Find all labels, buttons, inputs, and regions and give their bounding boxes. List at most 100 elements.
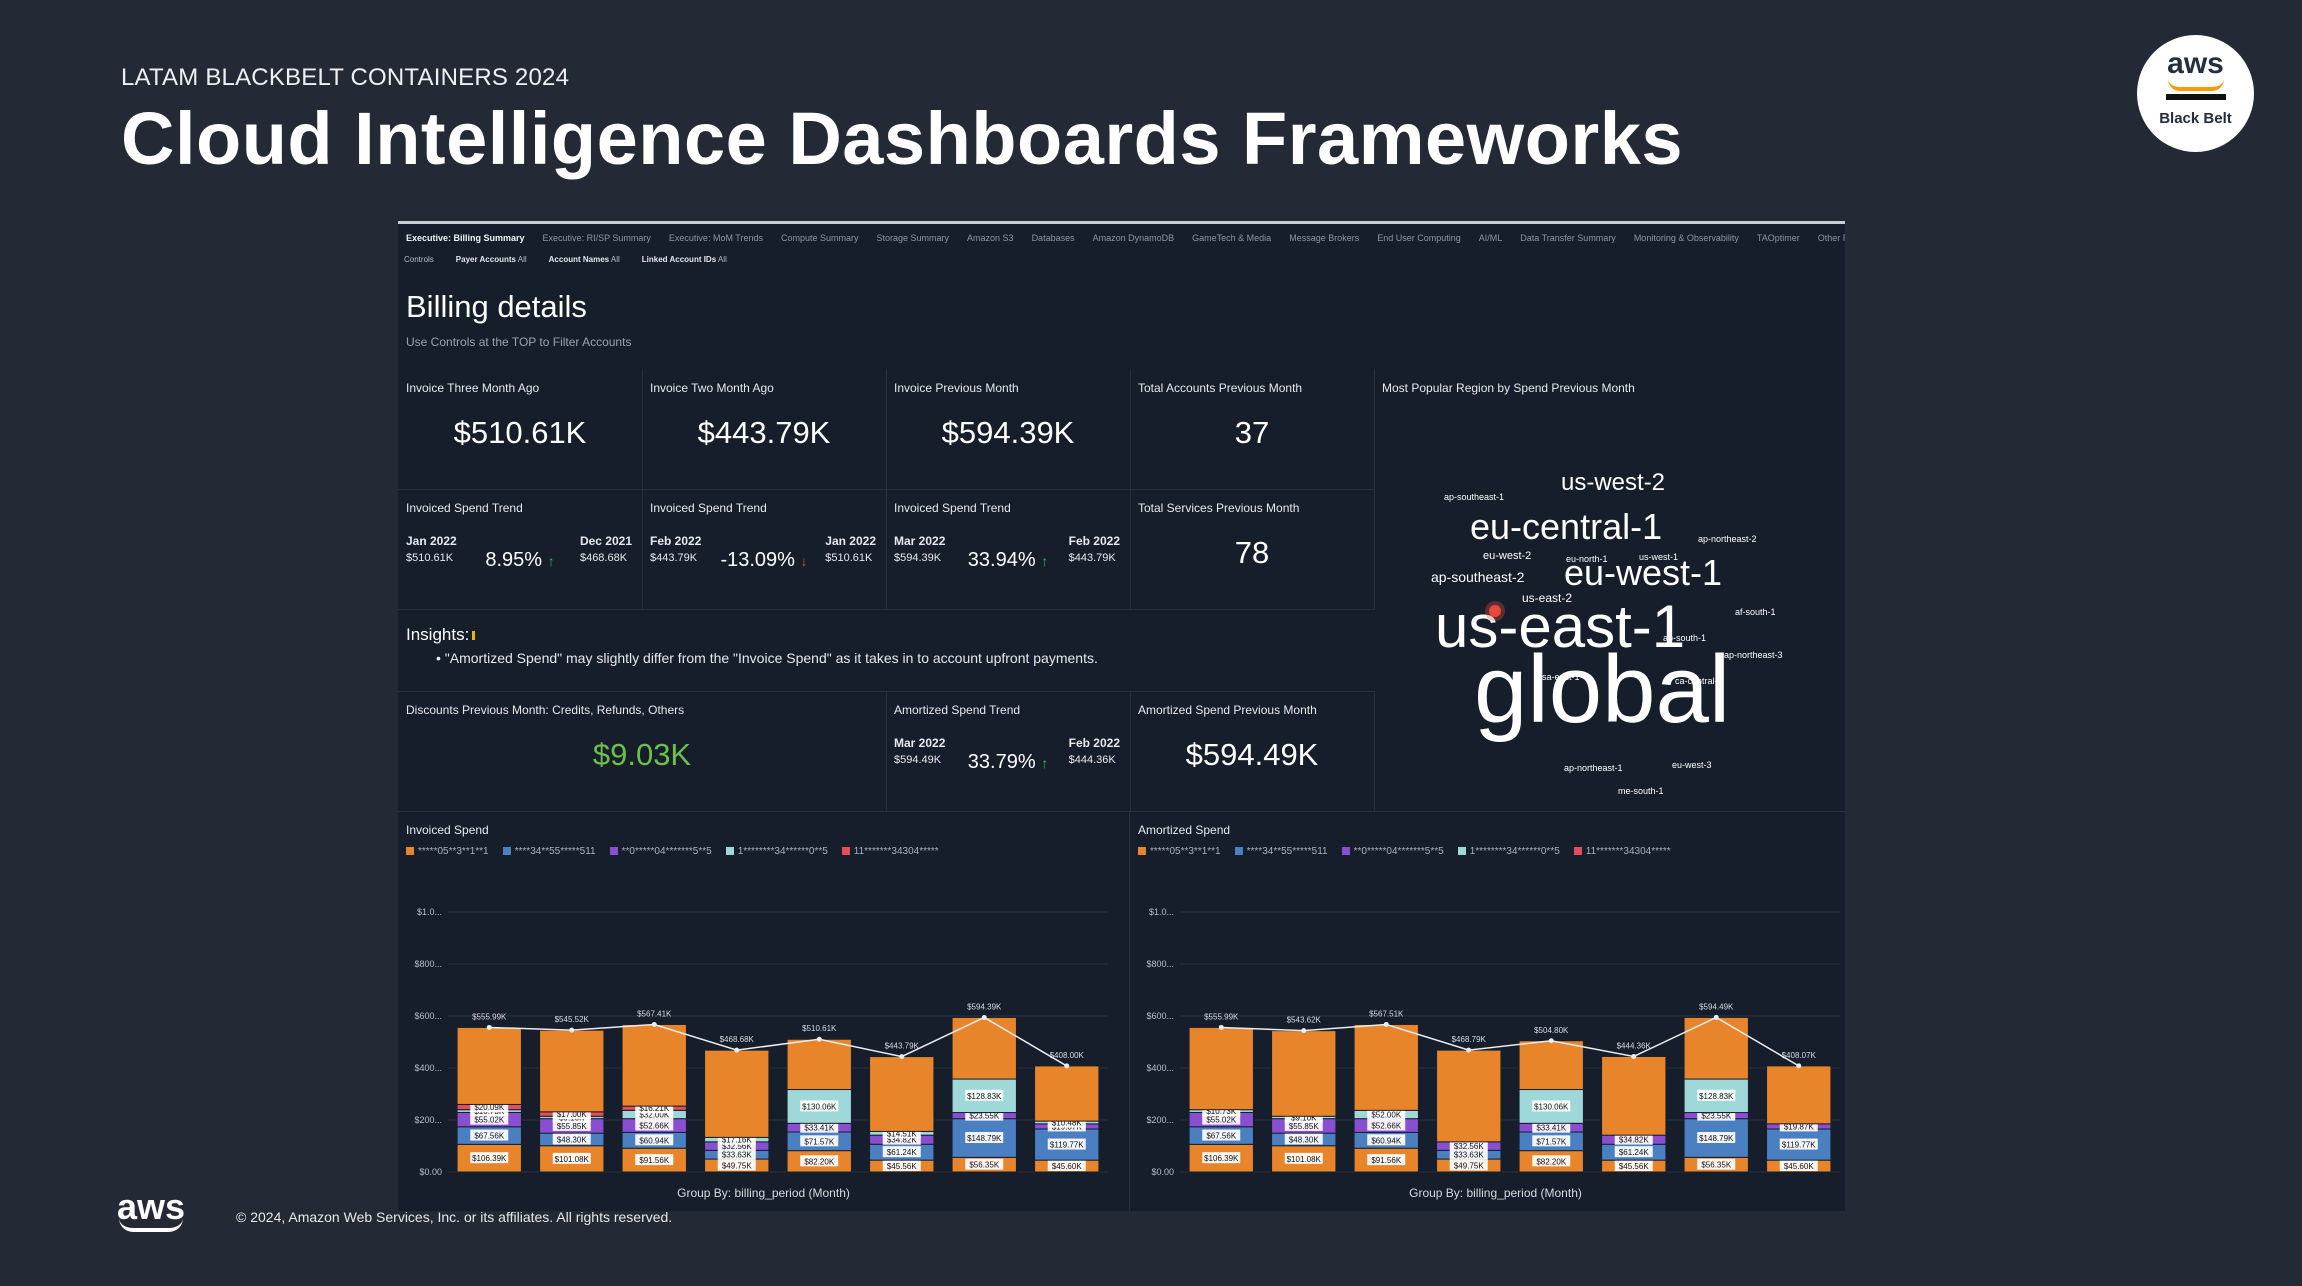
data-label: $55.02K	[474, 1116, 504, 1125]
control-linked-account-ids[interactable]: Linked Account IDs All	[642, 255, 727, 264]
trend-change-value: -13.09%	[720, 549, 795, 571]
insights-bullet: • "Amortized Spend" may slightly differ …	[436, 650, 1098, 666]
data-label: $128.83K	[1699, 1092, 1734, 1101]
tab[interactable]: Executive: MoM Trends	[669, 233, 763, 243]
data-label: $60.94K	[1371, 1136, 1401, 1145]
region-word[interactable]: ap-south-1	[1663, 634, 1706, 643]
total-label: $545.52K	[555, 1015, 590, 1024]
tab[interactable]: End User Computing	[1377, 233, 1461, 243]
tab[interactable]: Monitoring & Observability	[1634, 233, 1739, 243]
y-tick-label: $600...	[414, 1011, 442, 1021]
data-label: $82.20K	[1536, 1157, 1566, 1166]
bar-segment	[456, 1026, 522, 1105]
trend-title: Invoiced Spend Trend	[894, 501, 1011, 515]
tab[interactable]: Other Recommendations	[1818, 233, 1845, 243]
region-word[interactable]: eu-north-1	[1566, 555, 1608, 564]
x-tick-label: Oct 2021	[553, 1180, 590, 1181]
tab[interactable]: GameTech & Media	[1192, 233, 1271, 243]
total-point	[1466, 1047, 1472, 1053]
tab[interactable]: Message Brokers	[1289, 233, 1359, 243]
total-label: $594.39K	[967, 1002, 1002, 1011]
trend-left-period: Jan 2022	[406, 534, 457, 548]
dashboard-subtitle: Use Controls at the TOP to Filter Accoun…	[406, 335, 632, 349]
trend-change-value: 33.94%	[967, 549, 1036, 571]
footer-aws-smile-icon	[119, 1218, 183, 1232]
data-label: $48.30K	[557, 1135, 587, 1144]
region-word[interactable]: us-west-2	[1561, 471, 1665, 495]
region-word[interactable]: eu-west-2	[1483, 551, 1531, 562]
copyright: © 2024, Amazon Web Services, Inc. or its…	[236, 1209, 673, 1225]
tab[interactable]: Data Transfer Summary	[1520, 233, 1616, 243]
y-tick-label: $800...	[1146, 959, 1174, 969]
region-word[interactable]: eu-central-1	[1470, 509, 1662, 545]
tab[interactable]: Compute Summary	[781, 233, 859, 243]
control-value: All	[717, 255, 727, 264]
region-word[interactable]: me-south-1	[1618, 787, 1664, 796]
bar-segment	[1766, 1065, 1832, 1125]
trend-right-period: Dec 2021	[579, 534, 632, 548]
tab[interactable]: Databases	[1032, 233, 1075, 243]
data-label: $61.24K	[887, 1148, 917, 1157]
data-label: $56.35K	[1701, 1161, 1731, 1170]
control-payer-accounts[interactable]: Payer Accounts All	[456, 255, 527, 264]
data-label: $34.82K	[1619, 1136, 1649, 1145]
trend-card[interactable]: Invoiced Spend Trend Feb 2022 $443.79K -1…	[642, 489, 887, 610]
aws-black-belt-badge: aws Black Belt	[2137, 35, 2254, 152]
tab[interactable]: AI/ML	[1479, 233, 1503, 243]
data-label: $82.20K	[804, 1157, 834, 1166]
region-word[interactable]: us-west-1	[1639, 553, 1678, 562]
total-point	[651, 1021, 657, 1027]
region-word[interactable]: ap-northeast-1	[1564, 764, 1623, 773]
total-label: $444.36K	[1617, 1041, 1652, 1050]
data-label: $33.41K	[1536, 1124, 1566, 1133]
control-account-names[interactable]: Account Names All	[549, 255, 620, 264]
tab[interactable]: TAOptimer	[1757, 233, 1800, 243]
tab[interactable]: Executive: Billing Summary	[406, 233, 525, 243]
total-label: $567.51K	[1369, 1009, 1404, 1018]
kpi-card[interactable]: Invoice Three Month Ago $510.61K	[398, 369, 643, 490]
data-label: $56.35K	[969, 1161, 999, 1170]
region-word[interactable]: us-east-1	[1435, 597, 1685, 657]
total-point	[1301, 1028, 1307, 1034]
amortized-spend-chart[interactable]: Amortized Spend *****05**3**1**1 ****34*…	[1129, 811, 1845, 1211]
region-word[interactable]: af-south-1	[1735, 608, 1776, 617]
control-value: All	[517, 255, 527, 264]
data-label: $106.39K	[1204, 1154, 1239, 1163]
total-label: $504.80K	[1534, 1026, 1569, 1035]
data-label: $33.63K	[1454, 1151, 1484, 1160]
arrow-up-icon: ↑	[547, 553, 555, 569]
region-word[interactable]: sa-east-1	[1542, 673, 1580, 682]
data-label: $67.56K	[474, 1132, 504, 1141]
controls-label[interactable]: Controls	[404, 255, 434, 264]
trend-right-value: $468.68K	[579, 552, 628, 564]
invoiced-spend-chart[interactable]: Invoiced Spend *****05**3**1**1 ****34**…	[398, 811, 1129, 1211]
tab[interactable]: Executive: RI/SP Summary	[543, 233, 651, 243]
arrow-up-icon: ↑	[1041, 553, 1049, 569]
sheet-tabs: Executive: Billing Summary Executive: RI…	[406, 233, 1845, 243]
x-tick-label: Sep 2021	[470, 1180, 509, 1181]
control-name: Account Names	[548, 255, 610, 264]
bar-segment	[1683, 1016, 1749, 1080]
x-tick-label: Mar 2022	[1697, 1180, 1735, 1181]
region-word[interactable]: ap-southeast-2	[1431, 570, 1524, 584]
tab[interactable]: Amazon S3	[967, 233, 1014, 243]
region-word[interactable]: ap-northeast-2	[1698, 535, 1757, 544]
tab[interactable]: Amazon DynamoDB	[1093, 233, 1175, 243]
trend-card[interactable]: Invoiced Spend Trend Jan 2022 $510.61K 8.…	[398, 489, 643, 610]
kpi-card[interactable]: Invoice Two Month Ago $443.79K	[642, 369, 887, 490]
region-word[interactable]: ap-southeast-1	[1444, 493, 1504, 502]
region-word[interactable]: eu-west-3	[1672, 761, 1712, 770]
y-tick-label: $800...	[414, 959, 442, 969]
region-word[interactable]: ca-central-1	[1675, 677, 1723, 686]
discounts-card[interactable]: Discounts Previous Month: Credits, Refun…	[398, 691, 887, 812]
control-name: Linked Account IDs	[641, 255, 717, 264]
y-tick-label: $0.00	[1151, 1167, 1174, 1177]
total-point	[1064, 1063, 1070, 1069]
bar-segment	[1271, 1030, 1337, 1117]
data-label: $128.83K	[967, 1092, 1002, 1101]
region-word[interactable]: us-east-2	[1522, 592, 1572, 604]
region-word[interactable]: ap-northeast-3	[1724, 651, 1783, 660]
tab[interactable]: Storage Summary	[877, 233, 950, 243]
region-wordcloud: global us-east-1 eu-central-1 eu-west-1 …	[1062, 341, 1845, 796]
data-label: $101.08K	[555, 1155, 590, 1164]
